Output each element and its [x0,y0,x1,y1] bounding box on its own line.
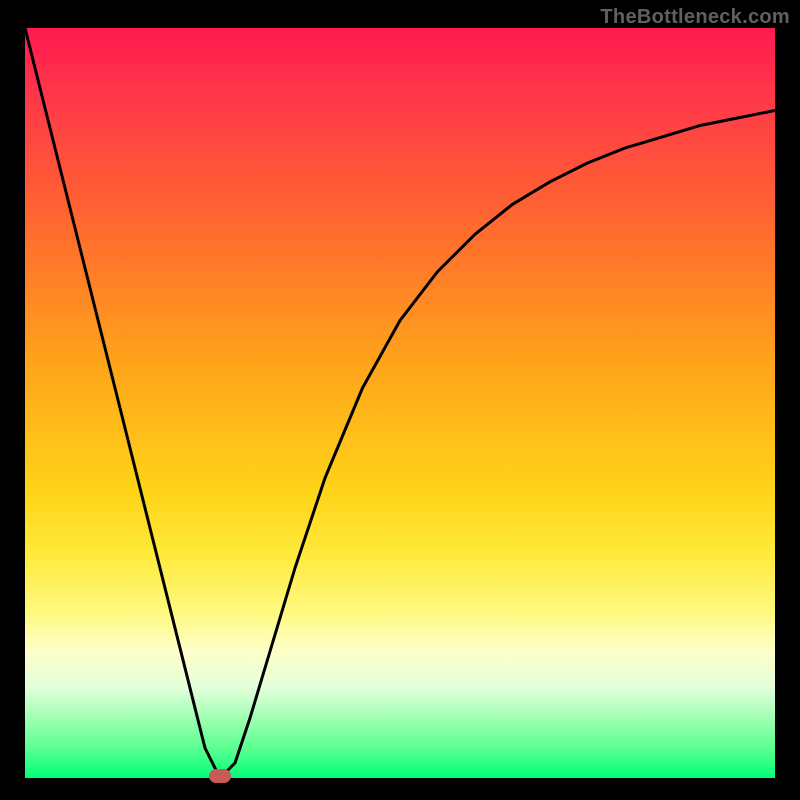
bottleneck-curve [25,28,775,778]
chart-svg [25,28,775,778]
gradient-plot-area [25,28,775,778]
min-marker [209,769,231,783]
watermark-text: TheBottleneck.com [600,6,790,29]
